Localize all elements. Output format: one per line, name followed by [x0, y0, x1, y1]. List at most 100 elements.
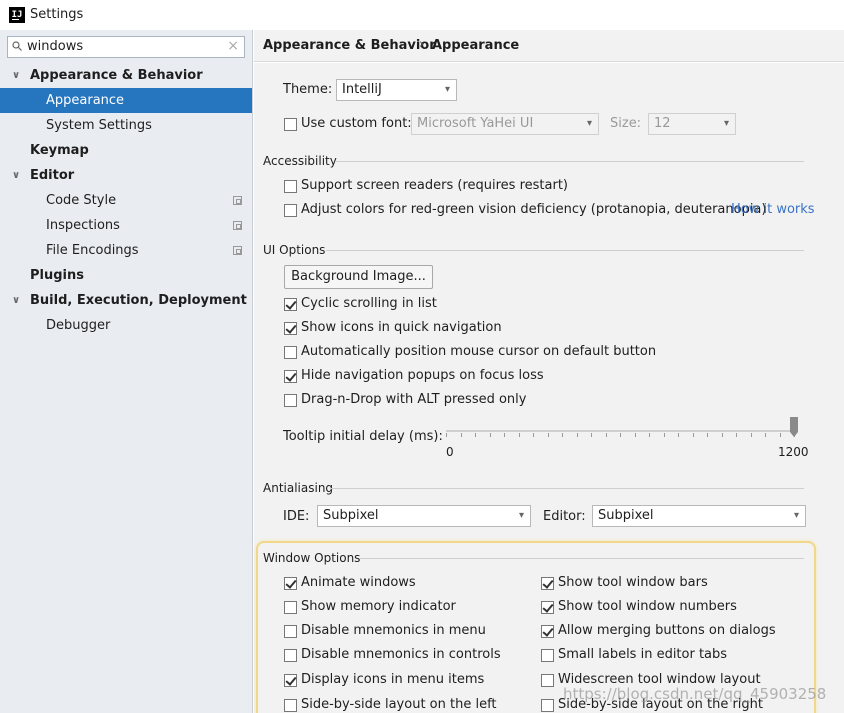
accessibility-section-title: Accessibility: [263, 154, 337, 168]
show-tool-window-numbers-checkbox[interactable]: [541, 601, 554, 614]
slider-tick: [461, 433, 462, 437]
sidebar-item-editor[interactable]: ∨ Editor: [0, 163, 252, 188]
background-image-button[interactable]: Background Image...: [284, 265, 433, 289]
small-labels-checkbox[interactable]: [541, 649, 554, 662]
sidebar-item-label: Editor: [30, 168, 75, 183]
slider-tick: [548, 433, 549, 437]
chevron-down-icon: ▾: [793, 510, 799, 521]
slider-thumb[interactable]: [790, 417, 798, 437]
chevron-down-icon: ▾: [586, 118, 592, 129]
sidebar-item-inspections[interactable]: Inspections: [0, 213, 252, 238]
slider-track[interactable]: [446, 430, 794, 432]
expand-arrow-icon[interactable]: ∨: [12, 163, 20, 188]
breadcrumb-parent[interactable]: Appearance & Behavior: [263, 38, 436, 53]
show-icons-quick-nav-checkbox[interactable]: [284, 322, 297, 335]
tooltip-min-label: 0: [446, 445, 454, 459]
show-memory-checkbox[interactable]: [284, 601, 297, 614]
sidebar-item-file-encodings[interactable]: File Encodings: [0, 238, 252, 263]
sidebar-item-label: Debugger: [46, 318, 111, 333]
chevron-down-icon: ▾: [444, 84, 450, 95]
sidebar-item-label: File Encodings: [46, 243, 139, 258]
window-options-section-title: Window Options: [263, 551, 361, 565]
slider-tick: [606, 433, 607, 437]
slider-tick: [620, 433, 621, 437]
use-custom-font-checkbox[interactable]: [284, 118, 297, 131]
editor-antialiasing-label: Editor:: [543, 509, 586, 524]
ide-antialiasing-select[interactable]: Subpixel ▾: [317, 505, 531, 527]
show-tool-window-bars-checkbox[interactable]: [541, 577, 554, 590]
tooltip-max-label: 1200: [778, 445, 809, 459]
antialiasing-section-title: Antialiasing: [263, 481, 334, 495]
search-icon: [12, 41, 22, 51]
editor-antialiasing-select[interactable]: Subpixel ▾: [592, 505, 806, 527]
settings-sidebar: windows × ∨ Appearance & Behavior Appear…: [0, 30, 253, 713]
use-custom-font-label: Use custom font:: [301, 116, 412, 131]
slider-tick: [751, 433, 752, 437]
font-size-select[interactable]: 12 ▾: [648, 113, 736, 135]
side-by-side-left-checkbox[interactable]: [284, 699, 297, 712]
slider-tick: [519, 433, 520, 437]
sidebar-item-code-style[interactable]: Code Style: [0, 188, 252, 213]
widescreen-layout-checkbox[interactable]: [541, 674, 554, 687]
screen-readers-checkbox[interactable]: [284, 180, 297, 193]
slider-tick: [577, 433, 578, 437]
cyclic-scrolling-checkbox[interactable]: [284, 298, 297, 311]
theme-value: IntelliJ: [342, 82, 382, 97]
theme-select[interactable]: IntelliJ ▾: [336, 79, 457, 101]
expand-arrow-icon[interactable]: ∨: [12, 63, 20, 88]
slider-tick: [635, 433, 636, 437]
section-divider: [326, 250, 804, 251]
project-settings-icon: [233, 196, 242, 205]
drag-n-drop-label: Drag-n-Drop with ALT pressed only: [301, 392, 527, 407]
expand-arrow-icon[interactable]: ∨: [12, 288, 20, 313]
slider-tick: [562, 433, 563, 437]
how-it-works-link[interactable]: How it works: [731, 202, 815, 217]
section-divider: [359, 558, 804, 559]
hide-nav-popups-checkbox[interactable]: [284, 370, 297, 383]
sidebar-item-label: System Settings: [46, 118, 152, 133]
clear-search-icon[interactable]: ×: [227, 38, 239, 54]
slider-tick: [649, 433, 650, 437]
disable-mnemonics-menu-label: Disable mnemonics in menu: [301, 623, 486, 638]
project-settings-icon: [233, 221, 242, 230]
disable-mnemonics-menu-checkbox[interactable]: [284, 625, 297, 638]
allow-merging-buttons-checkbox[interactable]: [541, 625, 554, 638]
ide-antialiasing-value: Subpixel: [323, 508, 379, 523]
slider-tick: [765, 433, 766, 437]
sidebar-item-label: Code Style: [46, 193, 117, 208]
auto-position-mouse-checkbox[interactable]: [284, 346, 297, 359]
breadcrumb-current: Appearance: [432, 38, 520, 53]
disable-mnemonics-controls-label: Disable mnemonics in controls: [301, 647, 501, 662]
slider-tick: [490, 433, 491, 437]
font-select[interactable]: Microsoft YaHei UI ▾: [411, 113, 599, 135]
disable-mnemonics-controls-checkbox[interactable]: [284, 649, 297, 662]
font-value: Microsoft YaHei UI: [417, 116, 534, 131]
adjust-colors-checkbox[interactable]: [284, 204, 297, 217]
side-by-side-right-checkbox[interactable]: [541, 699, 554, 712]
sidebar-item-appearance-behavior[interactable]: ∨ Appearance & Behavior: [0, 63, 252, 88]
small-labels-label: Small labels in editor tabs: [558, 647, 728, 662]
hide-nav-popups-label: Hide navigation popups on focus loss: [301, 368, 544, 383]
font-size-label: Size:: [610, 116, 642, 131]
slider-tick: [591, 433, 592, 437]
sidebar-item-label: Keymap: [30, 143, 89, 158]
show-tool-window-numbers-label: Show tool window numbers: [558, 599, 737, 614]
search-input[interactable]: windows ×: [7, 36, 245, 58]
section-divider: [336, 161, 804, 162]
sidebar-item-appearance[interactable]: Appearance: [0, 88, 252, 113]
chevron-down-icon: ▾: [518, 510, 524, 521]
show-memory-label: Show memory indicator: [301, 599, 456, 614]
slider-tick: [475, 433, 476, 437]
section-divider: [330, 488, 804, 489]
sidebar-item-system-settings[interactable]: System Settings: [0, 113, 252, 138]
sidebar-item-keymap[interactable]: Keymap: [0, 138, 252, 163]
sidebar-item-build-execution-deployment[interactable]: ∨ Build, Execution, Deployment: [0, 288, 252, 313]
sidebar-item-debugger[interactable]: Debugger: [0, 313, 252, 338]
slider-tick: [446, 433, 447, 437]
sidebar-item-plugins[interactable]: Plugins: [0, 263, 252, 288]
display-icons-menu-checkbox[interactable]: [284, 674, 297, 687]
animate-windows-checkbox[interactable]: [284, 577, 297, 590]
drag-n-drop-checkbox[interactable]: [284, 394, 297, 407]
slider-tick: [533, 433, 534, 437]
slider-tick: [707, 433, 708, 437]
